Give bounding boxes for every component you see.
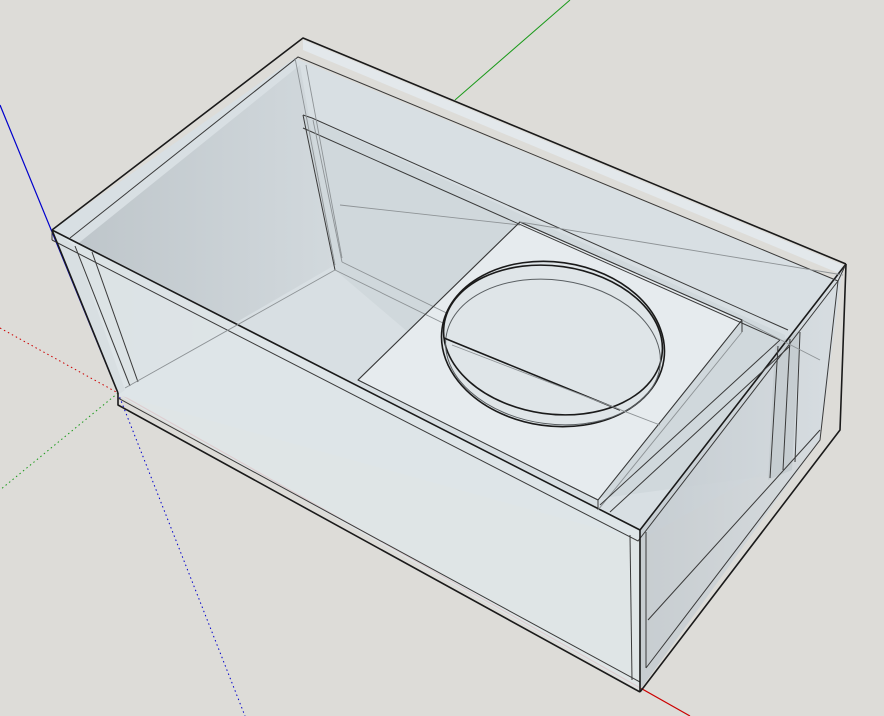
green-axis-line: [454, 0, 571, 101]
green-axis-dotted-line: [0, 392, 119, 491]
3d-modeling-viewport[interactable]: [0, 0, 884, 716]
subwoofer-enclosure-model[interactable]: [51, 37, 847, 693]
scene-canvas[interactable]: [0, 0, 884, 716]
